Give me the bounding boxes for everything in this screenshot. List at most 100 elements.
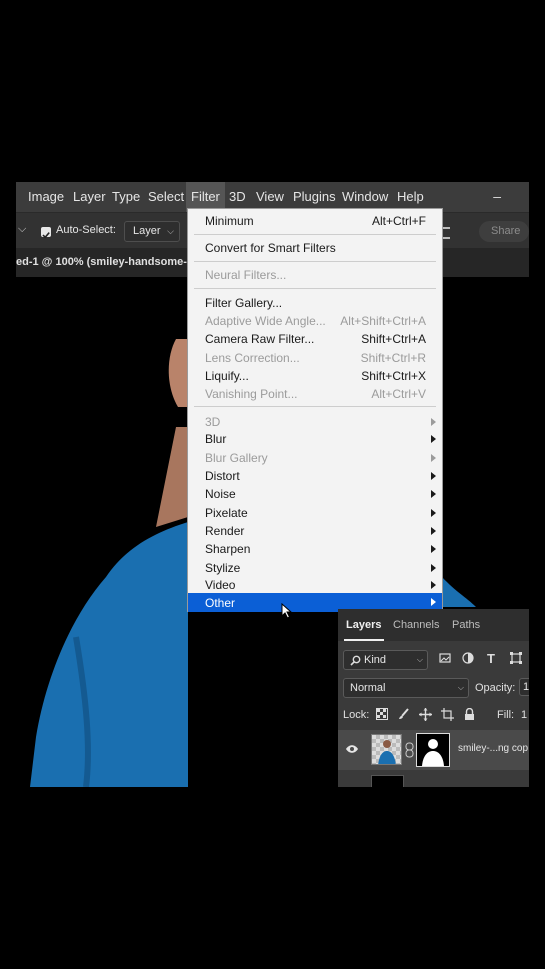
submenu-arrow-icon (431, 564, 436, 572)
menu-separator (194, 406, 436, 407)
auto-select-target-dropdown[interactable]: Layer ⌵ (124, 221, 180, 242)
menu-item-pixelate[interactable]: Pixelate (188, 504, 442, 522)
chevron-down-icon: ⌵ (167, 226, 174, 236)
layers-panel: Layers Channels Paths Kind ⌵ T Normal ⌵ … (338, 609, 529, 787)
panel-tabs: Layers Channels Paths (338, 609, 529, 641)
submenu-arrow-icon (431, 418, 436, 426)
menu-item-adaptive-wide-angle: Adaptive Wide Angle... Alt+Shift+Ctrl+A (188, 312, 442, 330)
layer-row[interactable] (338, 772, 529, 787)
submenu-arrow-icon (431, 527, 436, 535)
layer-row[interactable]: smiley-...ng cop (338, 730, 529, 770)
opacity-input[interactable]: 10 (519, 678, 529, 696)
chain-link-icon[interactable] (405, 742, 414, 758)
layer-filter-kind-dropdown[interactable]: Kind ⌵ (343, 650, 428, 670)
pixel-layer-filter-icon[interactable] (439, 652, 451, 664)
menu-item-convert-smart-filters[interactable]: Convert for Smart Filters (188, 239, 442, 257)
menu-item-neural-filters: Neural Filters... (188, 266, 442, 284)
menu-item-render[interactable]: Render (188, 522, 442, 540)
type-layer-filter-icon[interactable]: T (487, 651, 495, 666)
menu-select[interactable]: Select (143, 182, 189, 212)
item-label: Filter Gallery... (205, 296, 283, 310)
menu-item-liquify[interactable]: Liquify... Shift+Ctrl+X (188, 367, 442, 385)
lock-all-icon[interactable] (464, 708, 475, 721)
menu-item-distort[interactable]: Distort (188, 467, 442, 485)
submenu-arrow-icon (431, 490, 436, 498)
lock-image-pixels-brush-icon[interactable] (398, 708, 410, 720)
filter-menu: Minimum Alt+Ctrl+F Convert for Smart Fil… (187, 208, 443, 612)
person-neck (156, 427, 188, 527)
auto-select-checkbox[interactable] (41, 227, 51, 239)
dropdown-value: Layer (133, 225, 161, 237)
adjustment-layer-filter-icon[interactable] (462, 652, 474, 664)
item-label: Liquify... (205, 369, 249, 383)
item-label: Blur (205, 432, 227, 446)
layer-thumbnail[interactable] (371, 734, 402, 765)
menu-item-blur[interactable]: Blur (188, 430, 442, 448)
search-icon (350, 655, 361, 666)
checkmark-icon (42, 232, 50, 239)
submenu-arrow-icon (431, 581, 436, 589)
person-ear (168, 339, 188, 407)
lock-transparent-pixels-icon[interactable] (376, 708, 388, 720)
blend-mode-dropdown[interactable]: Normal ⌵ (343, 678, 469, 698)
thumbnail-person (378, 740, 396, 764)
menu-item-sharpen[interactable]: Sharpen (188, 540, 442, 558)
active-tab-indicator (344, 639, 384, 641)
item-label: Lens Correction... (205, 351, 300, 365)
menu-item-lens-correction: Lens Correction... Shift+Ctrl+R (188, 349, 442, 367)
tab-channels[interactable]: Channels (393, 619, 439, 631)
item-label: Noise (205, 487, 236, 501)
tab-layers[interactable]: Layers (346, 619, 381, 631)
mouse-cursor-icon (281, 603, 293, 619)
menu-type[interactable]: Type (107, 182, 145, 212)
item-label: Blur Gallery (205, 451, 268, 465)
item-shortcut: Shift+Ctrl+R (360, 351, 426, 365)
menu-image[interactable]: Image (23, 182, 69, 212)
menu-item-noise[interactable]: Noise (188, 485, 442, 503)
menu-item-minimum[interactable]: Minimum Alt+Ctrl+F (188, 212, 442, 230)
chevron-down-icon: ⌵ (416, 655, 423, 664)
menu-item-filter-gallery[interactable]: Filter Gallery... (188, 294, 442, 312)
share-button[interactable]: Share (479, 221, 529, 242)
item-label: 3D (205, 415, 221, 429)
menu-item-camera-raw-filter[interactable]: Camera Raw Filter... Shift+Ctrl+A (188, 330, 442, 348)
layer-mask-thumbnail[interactable] (416, 733, 450, 767)
shape-layer-filter-icon[interactable] (510, 652, 522, 664)
item-label: Sharpen (205, 542, 251, 556)
layer-thumbnail[interactable] (371, 775, 404, 787)
item-shortcut: Alt+Ctrl+V (371, 387, 426, 401)
lock-artboard-icon[interactable] (441, 708, 454, 721)
item-label: Neural Filters... (205, 268, 287, 282)
tab-paths[interactable]: Paths (452, 619, 480, 631)
menu-item-stylize[interactable]: Stylize (188, 559, 442, 577)
item-label: Camera Raw Filter... (205, 332, 315, 346)
mask-silhouette (422, 739, 444, 766)
lock-position-move-icon[interactable] (419, 708, 432, 721)
item-label: Stylize (205, 561, 241, 575)
menu-item-vanishing-point: Vanishing Point... Alt+Ctrl+V (188, 385, 442, 403)
submenu-arrow-icon (431, 454, 436, 462)
document-title: ed-1 @ 100% (smiley-handsome-r (16, 256, 192, 268)
tool-preset-chevron-icon[interactable]: ⌵ (18, 223, 26, 236)
item-shortcut: Shift+Ctrl+A (361, 332, 426, 346)
menu-layer[interactable]: Layer (68, 182, 111, 212)
item-label: Adaptive Wide Angle... (205, 314, 326, 328)
fill-input[interactable]: 1 (521, 709, 527, 721)
item-label: Vanishing Point... (205, 387, 298, 401)
item-label: Pixelate (205, 506, 248, 520)
minimize-button[interactable]: – (493, 188, 501, 204)
blend-mode-value: Normal (350, 682, 386, 694)
item-label: Render (205, 524, 245, 538)
opacity-label: Opacity: (475, 682, 516, 694)
visibility-eye-icon[interactable] (345, 744, 359, 754)
item-shortcut: Alt+Ctrl+F (371, 214, 426, 228)
item-label: Distort (205, 469, 240, 483)
submenu-arrow-icon (431, 545, 436, 553)
fill-label: Fill: (497, 709, 515, 721)
item-label: Minimum (205, 214, 254, 228)
submenu-arrow-icon (431, 472, 436, 480)
item-label: Other (205, 596, 236, 610)
submenu-arrow-icon (431, 509, 436, 517)
lock-label: Lock: (343, 709, 370, 721)
menu-item-video[interactable]: Video (188, 576, 442, 594)
